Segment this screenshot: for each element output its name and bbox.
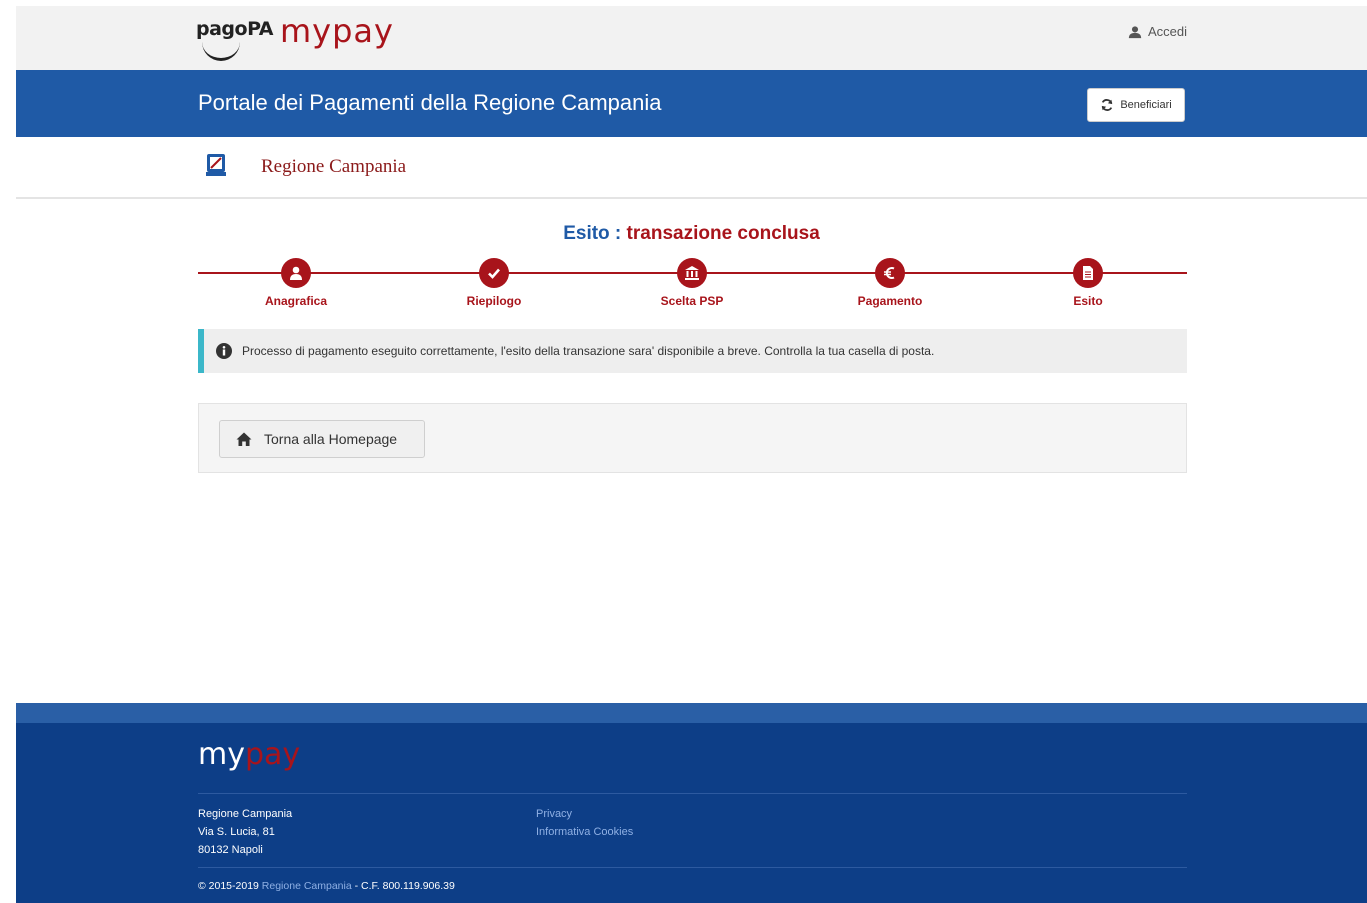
homepage-button[interactable]: Torna alla Homepage [219, 420, 425, 458]
step-circle [281, 258, 311, 288]
mypay-logo-pay: pay [332, 12, 394, 50]
step-label: Esito [1073, 294, 1103, 308]
region-bar: Regione Campania [16, 137, 1367, 199]
bank-icon [685, 266, 699, 280]
step-label: Pagamento [857, 294, 923, 308]
copyright-suffix: - C.F. 800.119.906.39 [351, 880, 455, 892]
action-panel: Torna alla Homepage [198, 403, 1187, 473]
footer-address: Regione Campania Via S. Lucia, 81 80132 … [198, 805, 292, 859]
info-message: Processo di pagamento eseguito correttam… [242, 344, 935, 358]
step-esito: Esito [1028, 258, 1148, 308]
login-label: Accedi [1147, 24, 1187, 39]
step-riepilogo: Riepilogo [434, 258, 554, 308]
region-crest-icon [206, 154, 226, 176]
address-line: Regione Campania [198, 808, 293, 820]
info-icon [216, 343, 232, 359]
footer: mypay Regione Campania Via S. Lucia, 81 … [16, 723, 1367, 903]
page: pagoPA mypay Accedi Portale dei Pagament… [16, 6, 1367, 903]
check-icon [488, 268, 500, 279]
homepage-label: Torna alla Homepage [264, 431, 398, 447]
footer-strip [16, 703, 1367, 723]
copyright-link[interactable]: Regione Campania [262, 880, 352, 892]
copyright-prefix: © 2015-2019 [198, 880, 262, 892]
beneficiari-button[interactable]: Beneficiari [1087, 88, 1185, 122]
home-icon [236, 432, 252, 446]
status-title: Esito : transazione conclusa [16, 223, 1367, 245]
login-link[interactable]: Accedi [1128, 24, 1187, 39]
step-scelta-psp: Scelta PSP [632, 258, 752, 308]
step-label: Anagrafica [264, 294, 328, 308]
beneficiari-label: Beneficiari [1120, 99, 1172, 111]
top-bar: pagoPA mypay Accedi [16, 6, 1367, 70]
footer-divider [198, 793, 1187, 794]
footer-logo-pay: pay [244, 737, 301, 772]
cookies-link[interactable]: Informativa Cookies [536, 823, 633, 841]
footer-logo-my: my [198, 737, 245, 772]
user-icon [1128, 25, 1142, 38]
document-icon [1083, 266, 1093, 280]
status-label: Esito : [563, 223, 627, 244]
step-circle [677, 258, 707, 288]
portal-title: Portale dei Pagamenti della Regione Camp… [198, 90, 662, 115]
pagopa-logo[interactable]: pagoPA [196, 18, 273, 61]
pagopa-logo-text: pagoPA [196, 18, 273, 40]
footer-copyright: © 2015-2019 Regione Campania - C.F. 800.… [198, 880, 455, 892]
step-label: Riepilogo [466, 294, 522, 308]
progress-steps: Anagrafica Riepilogo Scelta PSP Pagament… [198, 256, 1187, 316]
step-anagrafica: Anagrafica [236, 258, 356, 308]
mypay-logo[interactable]: mypay [280, 12, 394, 50]
privacy-link[interactable]: Privacy [536, 805, 633, 823]
step-label: Scelta PSP [660, 294, 724, 308]
step-pagamento: Pagamento [830, 258, 950, 308]
step-circle [875, 258, 905, 288]
pagopa-swoosh-icon [202, 40, 240, 61]
step-circle [1073, 258, 1103, 288]
step-circle [479, 258, 509, 288]
region-name[interactable]: Regione Campania [261, 156, 406, 178]
refresh-icon [1102, 99, 1113, 111]
user-icon [290, 266, 302, 280]
footer-links: Privacy Informativa Cookies [536, 805, 633, 841]
address-line: Via S. Lucia, 81 [198, 826, 275, 838]
footer-divider [198, 867, 1187, 868]
address-line: 80132 Napoli [198, 844, 263, 856]
euro-icon [884, 267, 895, 279]
mypay-logo-my: my [280, 12, 333, 50]
status-value: transazione conclusa [626, 223, 820, 244]
info-alert: Processo di pagamento eseguito correttam… [198, 329, 1187, 373]
portal-header: Portale dei Pagamenti della Regione Camp… [16, 70, 1367, 137]
footer-mypay-logo: mypay [198, 737, 300, 772]
